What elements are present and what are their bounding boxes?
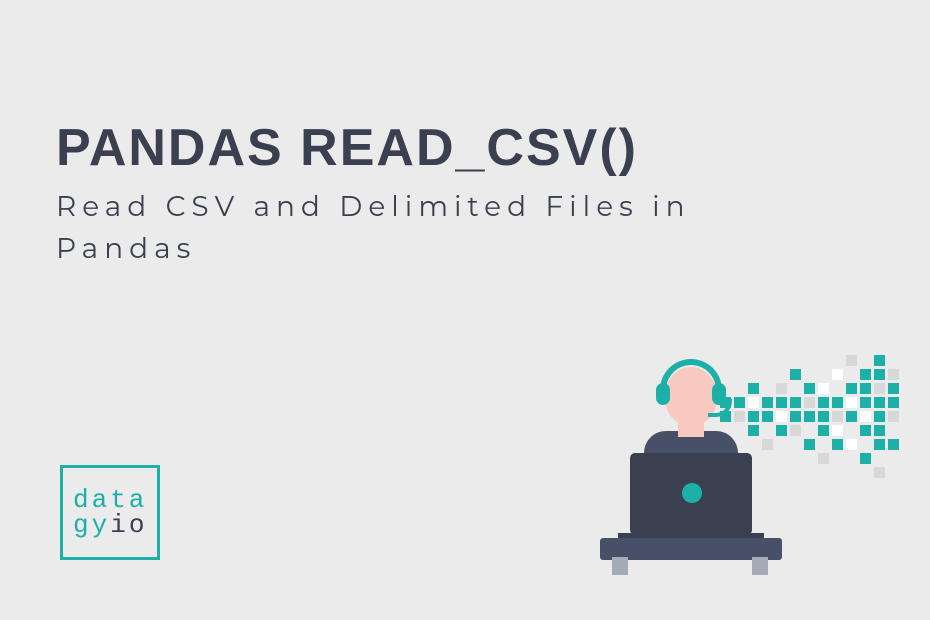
particle-square xyxy=(860,383,871,394)
desk-leg-right xyxy=(752,557,768,575)
particle-square xyxy=(860,425,871,436)
particle-square xyxy=(874,397,885,408)
particle-square xyxy=(790,369,801,380)
particle-square xyxy=(874,411,885,422)
particle-square xyxy=(860,397,871,408)
particle-square xyxy=(818,411,829,422)
particle-square xyxy=(804,411,815,422)
particle-square xyxy=(874,425,885,436)
particle-square xyxy=(860,411,871,422)
particle-square xyxy=(846,383,857,394)
laptop-logo-icon xyxy=(682,483,702,503)
particle-square xyxy=(888,383,899,394)
particle-square xyxy=(888,439,899,450)
logo-line-2: gyio xyxy=(73,513,157,538)
particle-square xyxy=(790,397,801,408)
particle-square xyxy=(832,397,843,408)
particle-square xyxy=(832,425,843,436)
particle-square xyxy=(888,369,899,380)
particle-square xyxy=(846,355,857,366)
page-title: PANDAS READ_CSV() xyxy=(56,118,638,178)
particle-square xyxy=(790,411,801,422)
person-icon xyxy=(600,355,780,575)
person-at-laptop-illustration xyxy=(550,335,890,580)
particle-square xyxy=(860,453,871,464)
particle-square xyxy=(832,369,843,380)
particle-square xyxy=(804,383,815,394)
logo-gy: gy xyxy=(73,510,110,540)
particle-square xyxy=(832,411,843,422)
particle-square xyxy=(804,439,815,450)
particle-square xyxy=(888,411,899,422)
logo-io: io xyxy=(110,510,147,540)
particle-square xyxy=(818,397,829,408)
particle-square xyxy=(818,425,829,436)
particle-square xyxy=(832,439,843,450)
particle-square xyxy=(846,411,857,422)
particle-square xyxy=(874,383,885,394)
particle-square xyxy=(804,397,815,408)
particle-square xyxy=(860,369,871,380)
desk-leg-left xyxy=(612,557,628,575)
particle-square xyxy=(818,383,829,394)
particle-square xyxy=(790,425,801,436)
particle-square xyxy=(818,453,829,464)
particle-square xyxy=(846,397,857,408)
particle-square xyxy=(846,439,857,450)
particle-square xyxy=(874,467,885,478)
page-subtitle: Read CSV and Delimited Files in Pandas xyxy=(56,186,736,270)
particle-square xyxy=(874,439,885,450)
particle-square xyxy=(888,397,899,408)
particle-square xyxy=(874,355,885,366)
datagy-logo: data gyio xyxy=(60,465,160,560)
headphone-left-icon xyxy=(656,383,670,405)
mic-icon xyxy=(708,399,732,417)
particle-square xyxy=(874,369,885,380)
